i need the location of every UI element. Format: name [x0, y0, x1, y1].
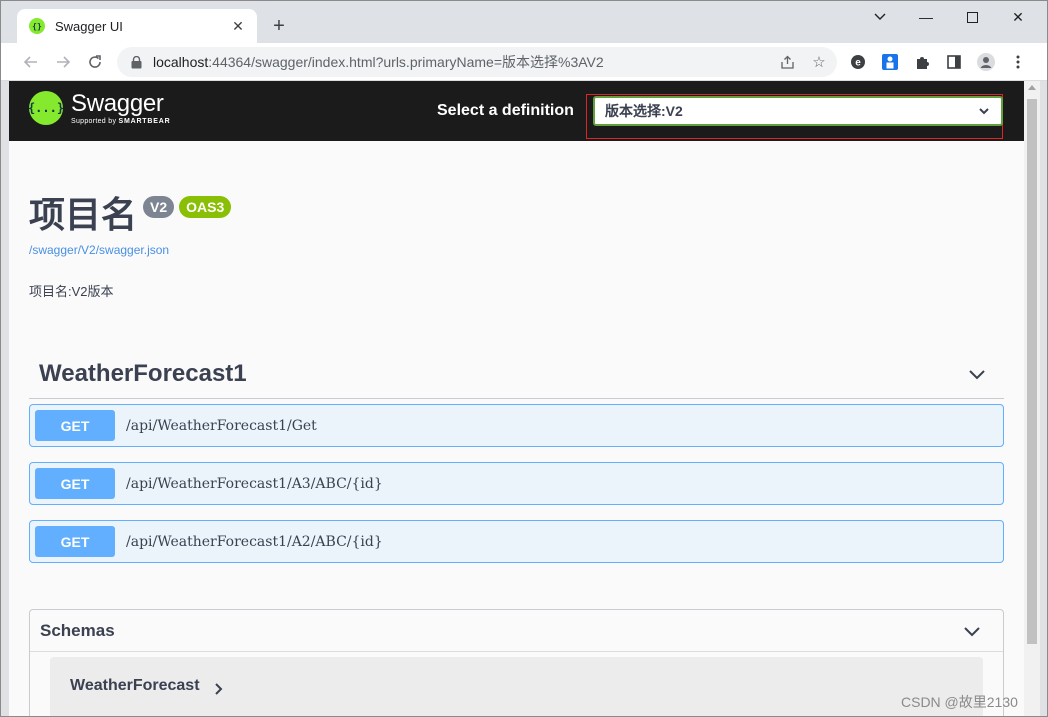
svg-text:e: e	[855, 58, 861, 69]
back-icon[interactable]	[19, 50, 43, 74]
forward-icon[interactable]	[51, 50, 75, 74]
tab-title: Swagger UI	[55, 18, 123, 34]
tag-header-weatherforecast1[interactable]: WeatherForecast1	[29, 349, 1004, 399]
profile-icon[interactable]	[977, 53, 995, 71]
profile-extension-icon[interactable]	[881, 53, 899, 71]
schemas-section: Schemas WeatherForecast	[29, 609, 1004, 716]
page-viewport: {...} Swagger Supported by SMARTBEAR Sel…	[9, 81, 1024, 716]
spec-link[interactable]: /swagger/V2/swagger.json	[29, 243, 169, 257]
operation-path: /api/WeatherForecast1/Get	[126, 417, 317, 434]
swagger-topbar: {...} Swagger Supported by SMARTBEAR Sel…	[9, 81, 1024, 141]
browser-toolbar: localhost:44364/swagger/index.html?urls.…	[1, 43, 1047, 81]
reload-icon[interactable]	[83, 50, 107, 74]
method-badge-get: GET	[35, 410, 115, 441]
close-window-button[interactable]: ✕	[995, 5, 1041, 29]
watermark: CSDN @故里2130	[901, 694, 1018, 710]
more-icon[interactable]	[1009, 53, 1027, 71]
page-title: 项目名	[29, 194, 138, 235]
schemas-header[interactable]: Schemas	[30, 610, 1003, 652]
extension-icon[interactable]: e	[849, 53, 867, 71]
info-description: 项目名:V2版本	[29, 284, 114, 299]
info-title: 项目名 V2 OAS3	[29, 193, 232, 237]
operation-row[interactable]: GET /api/WeatherForecast1/A3/ABC/{id}	[29, 462, 1004, 505]
puzzle-icon[interactable]	[913, 53, 931, 71]
swagger-logo[interactable]: {...} Swagger Supported by SMARTBEAR	[28, 90, 171, 125]
tab-close-icon[interactable]: ✕	[229, 18, 247, 35]
logo-subtitle: Supported by SMARTBEAR	[71, 118, 171, 125]
tab-strip: {} Swagger UI ✕ + — ✕	[1, 1, 1047, 43]
method-badge-get: GET	[35, 526, 115, 557]
swagger-favicon-icon: {}	[29, 18, 45, 34]
swagger-logo-icon: {...}	[28, 91, 64, 125]
logo-word: Swagger	[71, 90, 164, 117]
browser-window: {} Swagger UI ✕ + — ✕ localhost:44364/sw…	[0, 0, 1048, 717]
definition-label: Select a definition	[437, 102, 574, 119]
chevron-right-icon[interactable]	[214, 682, 224, 695]
model-weatherforecast[interactable]: WeatherForecast	[50, 657, 983, 716]
operation-path: /api/WeatherForecast1/A2/ABC/{id}	[126, 533, 383, 550]
url-text[interactable]: localhost:44364/swagger/index.html?urls.…	[153, 52, 604, 72]
operation-path: /api/WeatherForecast1/A3/ABC/{id}	[126, 475, 383, 492]
chevron-down-icon[interactable]	[966, 363, 988, 385]
operation-row[interactable]: GET /api/WeatherForecast1/Get	[29, 404, 1004, 447]
method-badge-get: GET	[35, 468, 115, 499]
lock-icon[interactable]	[129, 55, 143, 69]
oas-badge: OAS3	[179, 196, 232, 218]
restore-button[interactable]	[949, 5, 995, 29]
vertical-scrollbar[interactable]	[1024, 81, 1040, 716]
share-icon[interactable]	[777, 53, 797, 71]
version-badge: V2	[143, 196, 175, 218]
schemas-title: Schemas	[40, 620, 115, 640]
tag-name: WeatherForecast1	[39, 359, 247, 387]
operation-row[interactable]: GET /api/WeatherForecast1/A2/ABC/{id}	[29, 520, 1004, 563]
bookmark-star-icon[interactable]: ☆	[809, 53, 829, 71]
sidebar-icon[interactable]	[945, 53, 963, 71]
definition-select[interactable]: 版本选择:V2	[593, 96, 1003, 126]
model-name: WeatherForecast	[70, 677, 200, 694]
chevron-down-icon[interactable]	[961, 620, 983, 642]
browser-tab-swagger[interactable]: {} Swagger UI ✕	[17, 9, 257, 43]
address-bar[interactable]: localhost:44364/swagger/index.html?urls.…	[117, 47, 837, 77]
new-tab-button[interactable]: +	[267, 14, 291, 38]
chevron-down-icon	[977, 104, 991, 118]
definition-selected-value: 版本选择:V2	[605, 103, 683, 119]
tab-search-icon[interactable]	[857, 5, 903, 29]
scroll-up-arrow-icon[interactable]	[1028, 85, 1036, 90]
scroll-thumb[interactable]	[1027, 99, 1037, 644]
minimize-button[interactable]: —	[903, 5, 949, 29]
